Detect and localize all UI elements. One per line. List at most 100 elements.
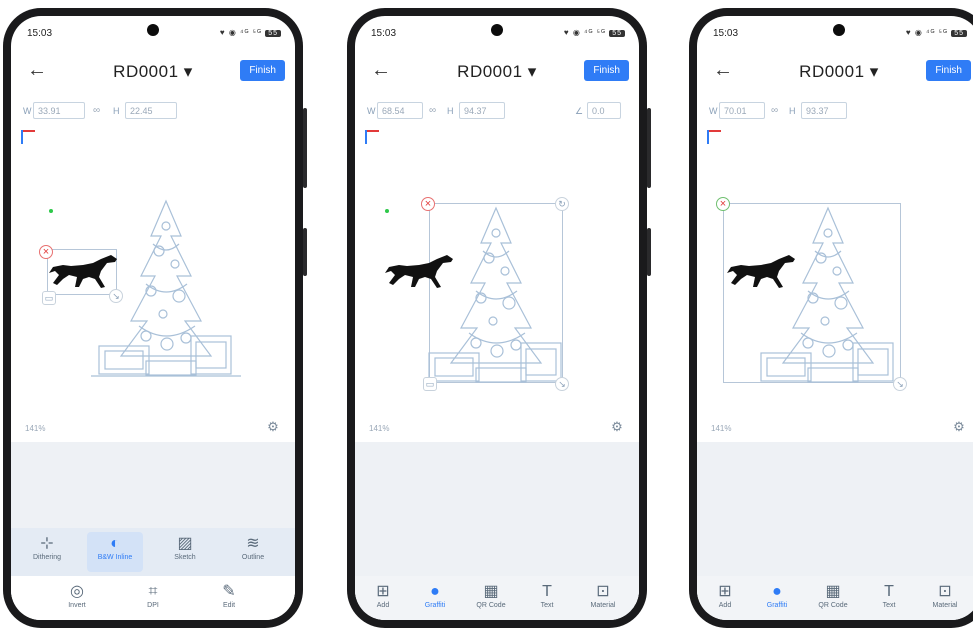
volume-button[interactable] [303,108,307,188]
scale-handle[interactable]: ↘ [893,377,907,391]
position-marker [49,209,53,213]
width-input[interactable]: 70.01 [719,102,765,119]
delete-handle[interactable]: × [716,197,730,211]
volume-button[interactable] [647,108,651,188]
lock-handle[interactable]: ▭ [423,377,437,391]
lock-handle[interactable]: ▭ [42,291,56,305]
rotate-handle[interactable]: ↻ [555,197,569,211]
status-icons-text: ♥ ◉ ⁴ᴳ ⁵ᴳ [905,28,948,37]
graffiti-icon: ● [772,583,782,600]
qr-code-tool[interactable]: ▦ QR Code [805,582,861,609]
sketch-tool[interactable]: ▨ Sketch [157,534,213,561]
width-input[interactable]: 68.54 [377,102,423,119]
sketch-icon: ▨ [177,535,193,552]
image-bottom-bar: ◎ Invert ⌗ DPI ✎ Edit [11,576,295,620]
height-input[interactable]: 94.37 [459,102,505,119]
height-label: H [789,106,796,116]
horse-design[interactable] [49,253,119,293]
zoom-row: 141% ⚙ [11,416,295,440]
zoom-row: 141% ⚙ [355,416,639,440]
power-button[interactable] [647,228,651,276]
design-canvas[interactable]: × ↘ [697,141,973,421]
qr-code-tool[interactable]: ▦ QR Code [463,582,519,609]
outline-tool[interactable]: ≋ Outline [225,534,281,561]
dithering-label: Dithering [32,554,61,561]
material-tool[interactable]: ⊡ Material [917,582,973,609]
text-tool[interactable]: T Text [519,582,575,609]
finish-button[interactable]: Finish [240,60,285,81]
height-input[interactable]: 22.45 [125,102,177,119]
sketch-label: Sketch [174,554,196,561]
qr-code-icon: ▦ [483,583,499,600]
top-nav: ← RD0001 ▾ Finish [697,56,973,88]
edit-tool[interactable]: ✎ Edit [201,582,257,609]
delete-handle[interactable]: × [39,245,53,259]
bw-tool[interactable]: ◐ B&W Inline [87,532,143,572]
width-input[interactable]: 33.91 [33,102,85,119]
dithering-tool[interactable]: ⊹ Dithering [19,534,75,561]
delete-handle[interactable]: × [421,197,435,211]
text-label: Text [882,602,896,609]
christmas-tree-design[interactable] [753,203,903,393]
layers-icon[interactable]: ⚙ [609,419,625,435]
phone-screen: 15:03 ♥ ◉ ⁴ᴳ ⁵ᴳ 55 ← RD0001 ▾ Finish W 6… [355,16,639,620]
text-tool[interactable]: T Text [861,582,917,609]
height-input[interactable]: 93.37 [801,102,847,119]
layers-icon[interactable]: ⚙ [265,419,281,435]
design-canvas[interactable]: × ▭ ↘ [11,141,295,421]
add-icon: ⊞ [376,583,390,600]
graffiti-label: Graffiti [424,602,446,609]
material-label: Material [932,602,958,609]
power-button[interactable] [303,228,307,276]
main-bottom-bar: ⊞ Add ● Graffiti ▦ QR Code T Text ⊡ Mate… [355,576,639,620]
dpi-tool[interactable]: ⌗ DPI [125,582,181,609]
status-icons: ♥ ◉ ⁴ᴳ ⁵ᴳ 55 [564,28,625,37]
graffiti-label: Graffiti [766,602,788,609]
add-tool[interactable]: ⊞ Add [355,582,411,609]
qr-code-icon: ▦ [825,583,841,600]
horse-design[interactable] [727,253,797,293]
status-bar: 15:03 ♥ ◉ ⁴ᴳ ⁵ᴳ 55 [697,16,973,48]
dpi-label: DPI [147,602,159,609]
text-icon: T [542,583,552,600]
status-time: 15:03 [27,28,53,39]
dithering-icon: ⊹ [40,535,54,552]
edit-label: Edit [222,602,236,609]
phone-frame-3: 15:03 ♥ ◉ ⁴ᴳ ⁵ᴳ 55 ← RD0001 ▾ Finish W 7… [689,8,973,628]
design-canvas[interactable]: × ↻ ▭ ↘ [355,141,639,421]
height-label: H [113,106,120,116]
finish-button[interactable]: Finish [584,60,629,81]
christmas-tree-design[interactable] [421,203,571,393]
angle-icon: ∠ [575,106,584,116]
width-label: W [367,106,376,116]
aspect-lock-icon[interactable]: ∞ [429,105,436,116]
top-nav: ← RD0001 ▾ Finish [11,56,295,88]
invert-icon: ◎ [70,583,84,600]
add-tool[interactable]: ⊞ Add [697,582,753,609]
status-icons-text: ♥ ◉ ⁴ᴳ ⁵ᴳ [563,28,606,37]
aspect-lock-icon[interactable]: ∞ [771,105,778,116]
phone-frame-1: 15:03 ♥ ◉ ⁴ᴳ ⁵ᴳ 55 ← RD0001 ▾ Finish W 3… [3,8,307,628]
status-time: 15:03 [371,28,397,39]
graffiti-icon: ● [430,583,440,600]
invert-tool[interactable]: ◎ Invert [49,582,105,609]
material-tool[interactable]: ⊡ Material [575,582,631,609]
width-label: W [709,106,718,116]
text-icon: T [884,583,894,600]
material-icon: ⊡ [938,583,952,600]
graffiti-tool[interactable]: ● Graffiti [407,582,463,609]
outline-label: Outline [241,554,265,561]
layers-icon[interactable]: ⚙ [951,419,967,435]
horse-design[interactable] [385,253,455,293]
aspect-lock-icon[interactable]: ∞ [93,105,100,116]
add-label: Add [376,602,390,609]
scale-handle[interactable]: ↘ [109,289,123,303]
angle-input[interactable]: 0.0 [587,102,621,119]
finish-button[interactable]: Finish [926,60,971,81]
scale-handle[interactable]: ↘ [555,377,569,391]
front-camera [147,24,159,36]
battery-icon: 55 [609,30,625,37]
main-bottom-bar: ⊞ Add ● Graffiti ▦ QR Code T Text ⊡ Mate… [697,576,973,620]
text-label: Text [540,602,554,609]
graffiti-tool[interactable]: ● Graffiti [749,582,805,609]
